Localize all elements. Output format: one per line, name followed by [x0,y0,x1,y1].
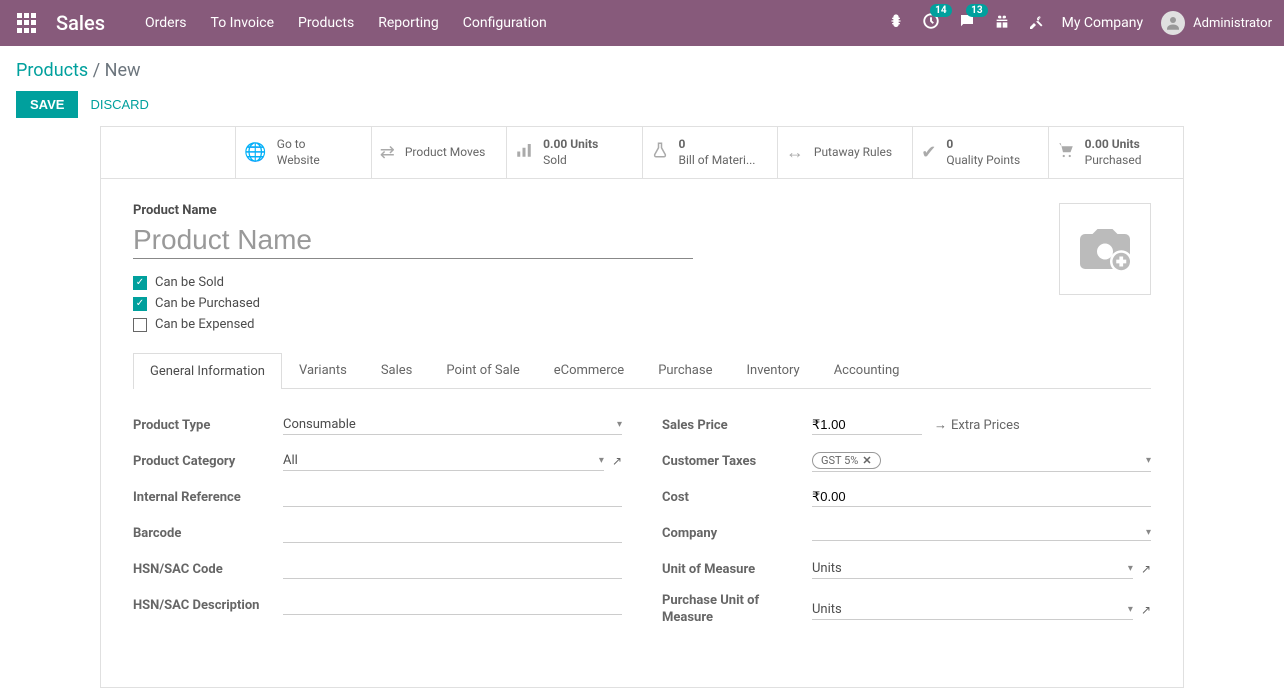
activities-badge: 14 [930,4,951,17]
stat-website[interactable]: 🌐 Go toWebsite [236,127,371,178]
tab-pos[interactable]: Point of Sale [429,352,536,388]
bars-icon [515,141,533,164]
stat-buttons: 🌐 Go toWebsite ⇄ Product Moves 0.00 Unit… [101,127,1183,179]
stat-bom[interactable]: 0Bill of Materi... [643,127,778,178]
breadcrumb-products[interactable]: Products [16,60,88,81]
app-brand: Sales [56,11,105,35]
label-customer-taxes: Customer Taxes [662,454,812,469]
tax-tag: GST 5% ✕ [812,452,881,469]
check-icon: ✔ [921,142,936,163]
nav-orders[interactable]: Orders [145,15,187,31]
stat-moves[interactable]: ⇄ Product Moves [372,127,507,178]
stat-quality[interactable]: ✔ 0Quality Points [913,127,1048,178]
company-switcher[interactable]: My Company [1062,15,1144,31]
form-sheet: 🌐 Go toWebsite ⇄ Product Moves 0.00 Unit… [100,126,1184,688]
caret-down-icon: ▾ [1146,527,1151,538]
user-menu[interactable]: Administrator [1161,11,1272,35]
nav-reporting[interactable]: Reporting [378,15,439,31]
tag-remove-icon[interactable]: ✕ [862,454,871,467]
tab-ecommerce[interactable]: eCommerce [537,352,641,388]
caret-down-icon: ▾ [617,419,622,430]
stat-putaway[interactable]: ↔ Putaway Rules [778,127,913,178]
select-product-category[interactable]: All▾ [283,451,604,471]
label-cost: Cost [662,490,812,505]
extra-prices-button[interactable]: → Extra Prices [934,417,1020,433]
label-hsn-code: HSN/SAC Code [133,562,283,577]
exchange-icon: ⇄ [380,142,395,163]
label-hsn-desc: HSN/SAC Description [133,598,283,613]
user-name: Administrator [1193,16,1272,31]
caret-down-icon: ▾ [1128,604,1133,615]
nav-configuration[interactable]: Configuration [463,15,547,31]
label-product-category: Product Category [133,454,283,469]
caret-down-icon: ▾ [599,455,604,466]
can-be-expensed-label: Can be Expensed [155,317,255,332]
input-hsn-code[interactable] [283,559,622,579]
tab-general-information[interactable]: General Information [133,353,282,389]
label-internal-reference: Internal Reference [133,490,283,505]
input-cost[interactable] [812,487,1151,507]
caret-down-icon: ▾ [1146,455,1151,466]
globe-icon: 🌐 [244,142,266,163]
tab-variants[interactable]: Variants [282,352,364,388]
tab-inventory[interactable]: Inventory [729,352,816,388]
flask-icon [651,141,669,164]
tab-accounting[interactable]: Accounting [817,352,917,388]
breadcrumb-current: New [105,60,141,81]
input-sales-price[interactable] [812,415,922,435]
tabs: General Information Variants Sales Point… [133,352,1151,389]
label-puom: Purchase Unit of Measure [662,593,812,627]
can-be-sold-label: Can be Sold [155,275,224,290]
messages-badge: 13 [966,4,987,17]
random-icon: ↔ [786,142,804,163]
select-uom[interactable]: Units▾ [812,559,1133,579]
tab-purchase[interactable]: Purchase [641,352,729,388]
save-button[interactable]: SAVE [16,91,78,118]
caret-down-icon: ▾ [1128,563,1133,574]
external-link-icon[interactable]: ↗ [612,454,622,468]
stat-purchased[interactable]: 0.00 UnitsPurchased [1049,127,1183,178]
nav-products[interactable]: Products [298,15,354,31]
activities-icon[interactable]: 14 [922,12,940,34]
gift-icon[interactable] [994,13,1010,33]
product-image-upload[interactable] [1059,203,1151,295]
input-internal-reference[interactable] [283,487,622,507]
can-be-sold-checkbox[interactable]: ✓ [133,276,147,290]
select-puom[interactable]: Units▾ [812,600,1133,620]
external-link-icon[interactable]: ↗ [1141,562,1151,576]
label-product-type: Product Type [133,418,283,433]
arrow-right-icon: → [934,417,947,433]
nav-to-invoice[interactable]: To Invoice [211,15,275,31]
messages-icon[interactable]: 13 [958,12,976,34]
bug-icon[interactable] [888,13,904,33]
can-be-purchased-checkbox[interactable]: ✓ [133,297,147,311]
avatar-icon [1161,11,1185,35]
tools-icon[interactable] [1028,13,1044,33]
label-company: Company [662,526,812,541]
label-sales-price: Sales Price [662,418,812,433]
control-panel: Products / New SAVE DISCARD [0,46,1284,126]
stat-blank [101,127,236,178]
can-be-expensed-checkbox[interactable] [133,318,147,332]
select-product-type[interactable]: Consumable▾ [283,415,622,435]
input-hsn-desc[interactable] [283,595,622,615]
apps-icon[interactable] [12,9,40,37]
nav-right: 14 13 My Company Administrator [888,11,1272,35]
can-be-purchased-label: Can be Purchased [155,296,260,311]
product-name-label: Product Name [133,203,1151,218]
label-barcode: Barcode [133,526,283,541]
label-uom: Unit of Measure [662,562,812,577]
select-customer-taxes[interactable]: GST 5% ✕ ▾ [812,450,1151,472]
discard-button[interactable]: DISCARD [90,97,149,112]
cart-icon [1057,141,1075,164]
top-nav: Sales Orders To Invoice Products Reporti… [0,0,1284,46]
stat-sold[interactable]: 0.00 UnitsSold [507,127,642,178]
external-link-icon[interactable]: ↗ [1141,603,1151,617]
input-barcode[interactable] [283,523,622,543]
breadcrumb: Products / New [16,60,1268,81]
product-name-input[interactable] [133,222,693,259]
nav-menu: Orders To Invoice Products Reporting Con… [145,15,547,31]
tab-sales[interactable]: Sales [364,352,430,388]
select-company[interactable]: ▾ [812,525,1151,541]
